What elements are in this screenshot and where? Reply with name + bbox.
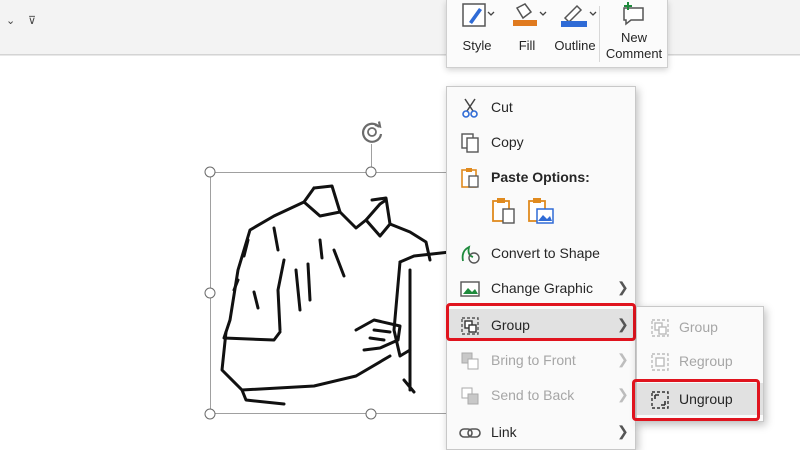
- new-comment-button[interactable]: New Comment: [601, 0, 667, 66]
- new-comment-label-line2: Comment: [605, 46, 663, 61]
- style-label: Style: [462, 38, 492, 53]
- ungroup-highlight-box: [632, 379, 760, 421]
- outline-label: Outline: [554, 38, 596, 53]
- convert-to-shape-label: Convert to Shape: [491, 245, 600, 261]
- mini-toolbar: Style Fill Outline New Comment: [446, 0, 668, 68]
- link-icon: [459, 428, 481, 438]
- regroup-icon: [651, 353, 669, 371]
- submenu-group-label: Group: [679, 319, 718, 335]
- fill-bucket-icon: [513, 3, 547, 26]
- customize-qat-icon[interactable]: ⊽: [28, 14, 36, 27]
- resize-handle[interactable]: [365, 408, 377, 420]
- resize-handle[interactable]: [204, 408, 216, 420]
- menu-item-cut[interactable]: Cut: [447, 91, 635, 123]
- paste-as-picture-icon[interactable]: [527, 197, 555, 225]
- copy-icon: [461, 133, 479, 153]
- cut-label: Cut: [491, 99, 513, 115]
- fill-button[interactable]: Fill: [505, 0, 549, 66]
- paste-options-label: Paste Options:: [491, 169, 590, 185]
- bring-to-front-label: Bring to Front: [491, 352, 576, 368]
- convert-to-shape-icon: [461, 245, 480, 264]
- outline-button[interactable]: Outline: [551, 0, 599, 66]
- group-icon: [651, 319, 669, 337]
- link-label: Link: [491, 424, 517, 440]
- chevron-right-icon: ❯: [617, 423, 629, 439]
- scissors-icon: [462, 98, 478, 118]
- paste-keep-formatting-icon[interactable]: [491, 197, 517, 225]
- paste-options-header: Paste Options:: [447, 161, 635, 193]
- submenu-item-group[interactable]: Group: [637, 311, 763, 343]
- new-comment-label-line1: New: [620, 30, 647, 45]
- send-to-back-label: Send to Back: [491, 387, 575, 403]
- resize-handle[interactable]: [204, 166, 216, 178]
- chevron-down-icon[interactable]: ⌄: [6, 14, 15, 27]
- menu-item-link[interactable]: Link ❯: [447, 416, 635, 448]
- resize-handle[interactable]: [365, 166, 377, 178]
- chevron-right-icon: ❯: [617, 279, 629, 295]
- menu-item-change-graphic[interactable]: Change Graphic ❯: [447, 272, 635, 304]
- copy-label: Copy: [491, 134, 524, 150]
- toolbar-divider: [599, 6, 600, 62]
- menu-item-bring-to-front[interactable]: Bring to Front ❯: [447, 344, 635, 376]
- menu-item-copy[interactable]: Copy: [447, 126, 635, 158]
- quick-access-bar: ⌄ ⊽: [0, 0, 800, 55]
- rotate-handle-icon[interactable]: [358, 118, 386, 146]
- change-graphic-label: Change Graphic: [491, 280, 593, 296]
- bring-to-front-icon: [461, 352, 479, 370]
- menu-item-send-to-back[interactable]: Send to Back ❯: [447, 379, 635, 411]
- clipboard-icon: [461, 168, 479, 188]
- send-to-back-icon: [461, 387, 479, 405]
- person-with-laptop-illustration: [220, 184, 450, 406]
- style-icon: [462, 3, 495, 27]
- group-highlight-box: [446, 303, 636, 341]
- menu-item-convert-to-shape[interactable]: Convert to Shape: [447, 237, 635, 269]
- change-graphic-icon: [460, 281, 480, 297]
- chevron-right-icon: ❯: [617, 351, 629, 367]
- fill-label: Fill: [518, 38, 536, 53]
- style-button[interactable]: Style: [455, 0, 499, 66]
- context-menu: Cut Copy Paste Options: Convert to Shape: [446, 86, 636, 450]
- chevron-right-icon: ❯: [617, 386, 629, 402]
- submenu-regroup-label: Regroup: [679, 353, 733, 369]
- outline-pen-icon: [561, 4, 597, 27]
- new-comment-icon: [623, 2, 644, 26]
- submenu-item-regroup[interactable]: Regroup: [637, 345, 763, 377]
